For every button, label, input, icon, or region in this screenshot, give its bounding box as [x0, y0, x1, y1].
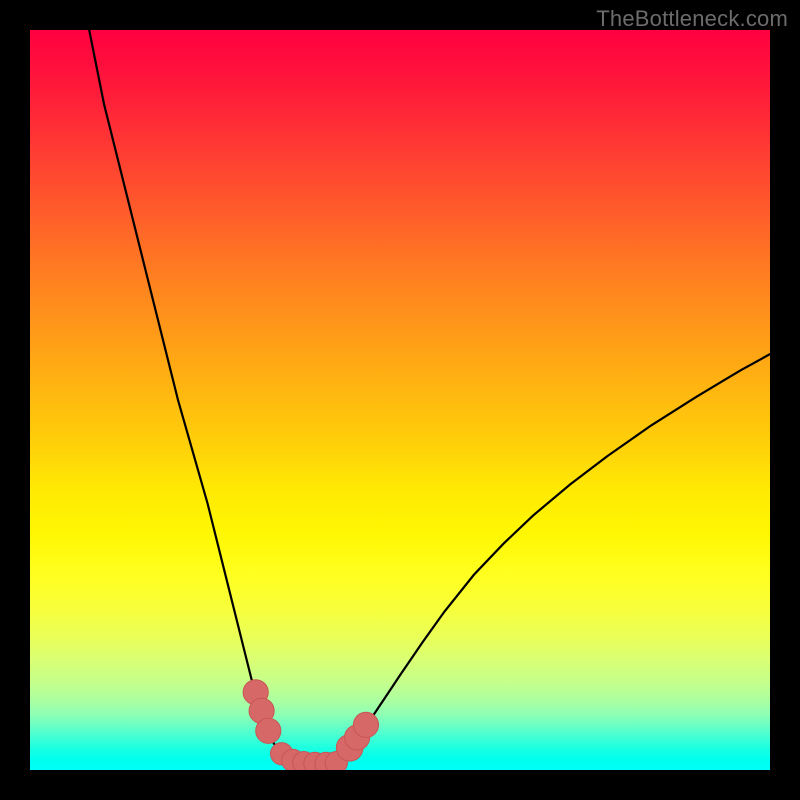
data-marker: [353, 712, 378, 737]
watermark-text: TheBottleneck.com: [596, 6, 788, 32]
plot-area: [30, 30, 770, 770]
curve-layer: [30, 30, 770, 770]
chart-frame: TheBottleneck.com: [0, 0, 800, 800]
data-marker: [256, 718, 281, 743]
v-curve-path: [89, 30, 770, 763]
marker-group: [243, 680, 378, 770]
